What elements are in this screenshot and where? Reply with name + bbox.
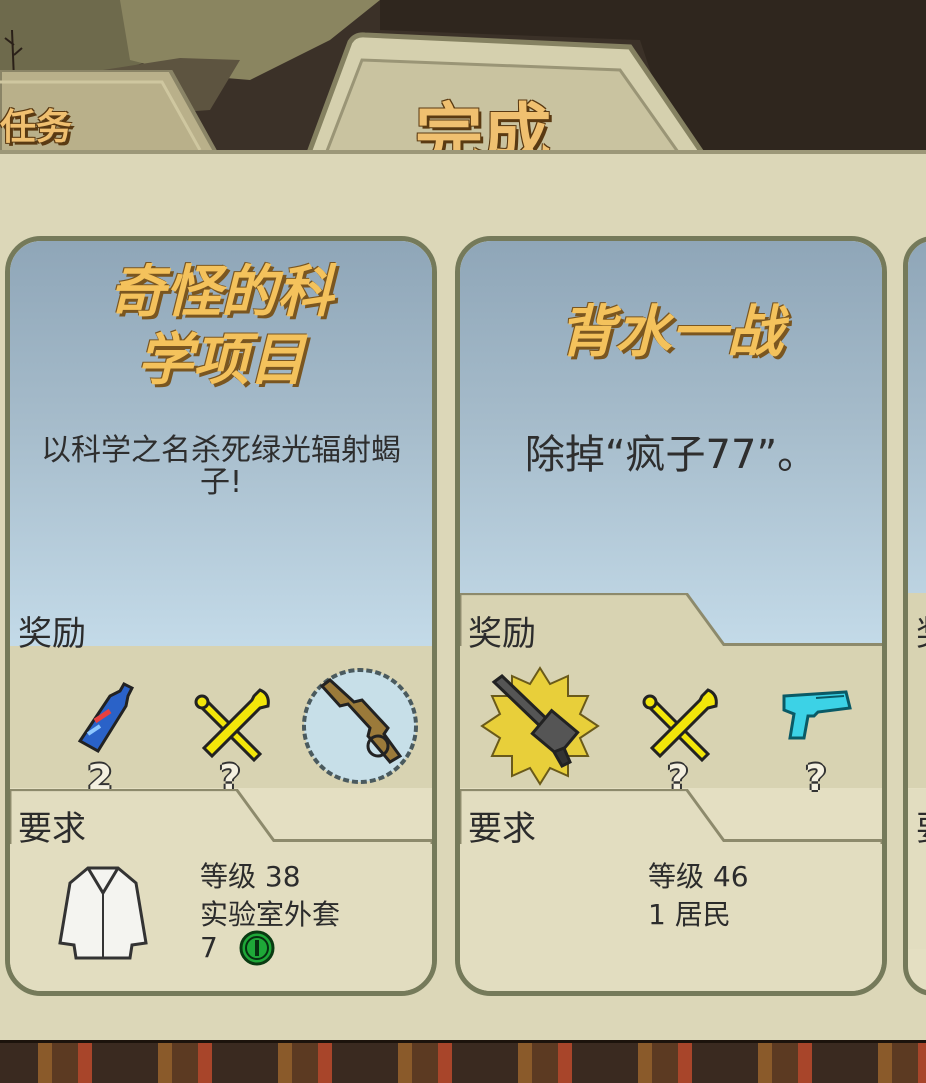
mission-card[interactable]: 奇怪的科 学项目 以科学之名杀死绿光辐射蝎子! 奖励 2 ? 要求 等级 38 … [5, 236, 437, 996]
required-item-count: 7 [200, 931, 218, 964]
nuka-cola-quantum-icon [77, 682, 135, 754]
card-header-sky [908, 241, 926, 651]
requirements-label: 要求 [18, 809, 86, 849]
rifle-weapon-icon [302, 668, 418, 784]
reward-item[interactable]: 2 [40, 666, 160, 799]
tab-missions-label: 任务 [0, 107, 73, 148]
minigun-weapon-icon [480, 666, 600, 786]
rewards-label: 奖 [916, 606, 926, 655]
outfit-badge-icon [239, 930, 275, 966]
reward-item[interactable]: ? [170, 666, 290, 799]
reward-item[interactable]: ? [756, 666, 876, 799]
reward-item[interactable] [480, 666, 600, 786]
reward-item[interactable] [300, 666, 420, 786]
rewards-label: 奖励 [468, 614, 536, 654]
blue-pistol-icon [782, 690, 852, 740]
vault-rooms-strip [0, 1040, 926, 1083]
mission-title: 奇怪的科 学项目 [109, 260, 333, 393]
wrench-screwdriver-icon [642, 688, 718, 763]
required-level: 等级 46 [648, 860, 749, 893]
required-item: 实验室外套 [200, 898, 341, 931]
requirements-label: 要求 [468, 809, 536, 849]
mission-title: 背水一战 [559, 300, 783, 365]
rewards-label: 奖励 [18, 614, 86, 654]
requirements-label: 要 [916, 801, 926, 850]
lab-coat-icon [58, 866, 148, 960]
mission-card[interactable]: 背水一战 除掉“疯子77”。 奖励 ? ? 要求 等级 46 1 居民 [455, 236, 887, 996]
wrench-screwdriver-icon [194, 688, 270, 763]
mission-description: 除掉“疯子77”。 [524, 432, 818, 478]
required-dwellers: 1 居民 [648, 898, 731, 931]
mission-card[interactable]: 奖 要 [903, 236, 926, 996]
reward-item[interactable]: ? [618, 666, 738, 799]
required-level: 等级 38 [200, 860, 301, 893]
mission-description: 以科学之名杀死绿光辐射蝎子! [41, 433, 401, 500]
